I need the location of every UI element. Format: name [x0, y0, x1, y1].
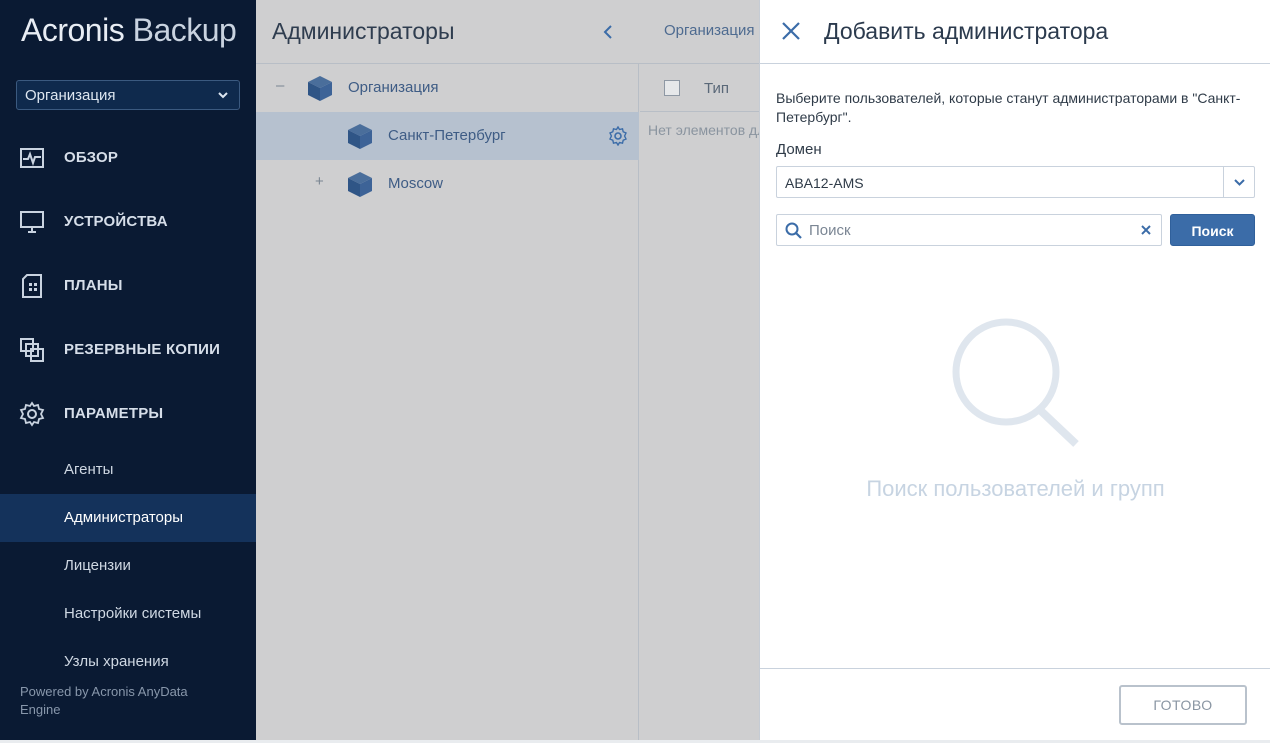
- nav-label: РЕЗЕРВНЫЕ КОПИИ: [64, 340, 221, 358]
- organization-select[interactable]: Организация: [16, 80, 240, 110]
- main-area: Администраторы – Организация Санкт-Петер…: [256, 0, 759, 740]
- collapse-toggle[interactable]: –: [276, 77, 284, 94]
- domain-label: Домен: [776, 141, 822, 158]
- search-input[interactable]: [809, 220, 1129, 240]
- subnav-label: Лицензии: [64, 557, 131, 574]
- tree-label: Организация: [348, 79, 439, 96]
- nav-item-devices[interactable]: УСТРОЙСТВА: [0, 197, 256, 245]
- subnav-item-system-settings[interactable]: Настройки системы: [0, 590, 256, 638]
- administrators-list-panel: Организация Тип Нет элементов для отобра…: [640, 0, 759, 740]
- column-header-type[interactable]: Тип: [704, 80, 729, 97]
- subnav-item-administrators[interactable]: Администраторы: [0, 494, 256, 542]
- add-administrator-dialog: Добавить администратора Выберите пользов…: [759, 0, 1270, 740]
- tree-row-saint-petersburg[interactable]: Санкт-Петербург: [256, 112, 639, 160]
- divider: [640, 63, 759, 64]
- dashboard-icon: [20, 148, 44, 168]
- nav-label: ПЛАНЫ: [64, 276, 123, 294]
- domain-select-value: ABA12-AMS: [785, 175, 864, 191]
- page-title: Администраторы: [272, 18, 455, 44]
- nav-item-settings[interactable]: ПАРАМЕТРЫ: [0, 389, 256, 437]
- tree-row-organization[interactable]: – Организация: [256, 64, 639, 112]
- subnav-label: Узлы хранения: [64, 653, 169, 670]
- tree-row-moscow[interactable]: + Moscow: [256, 160, 639, 208]
- subnav-label: Настройки системы: [64, 605, 202, 622]
- monitor-icon: [20, 211, 44, 233]
- search-icon: [785, 222, 802, 239]
- chevron-down-icon: [1234, 179, 1245, 186]
- nav-label: ОБЗОР: [64, 148, 119, 166]
- chevron-left-icon[interactable]: [599, 22, 617, 42]
- subnav-label: Агенты: [64, 461, 114, 478]
- subnav-item-agents[interactable]: Агенты: [0, 446, 256, 494]
- subnav-item-storage-nodes[interactable]: Узлы хранения: [0, 638, 256, 686]
- close-icon[interactable]: [780, 20, 802, 42]
- dialog-title: Добавить администратора: [824, 18, 1109, 44]
- app-logo: Acronis Backup: [21, 12, 237, 48]
- breadcrumb[interactable]: Организация: [664, 22, 754, 39]
- cube-icon: [348, 124, 372, 149]
- cube-icon: [308, 76, 332, 101]
- backup-copies-icon: [20, 338, 44, 362]
- empty-state-text: Поиск пользователей и групп: [866, 476, 1165, 501]
- search-illustration-icon: [952, 318, 1079, 447]
- tree-label: Moscow: [388, 175, 444, 192]
- main-header: Администраторы: [256, 0, 640, 64]
- empty-list-text: Нет элементов для отображения: [648, 122, 759, 138]
- clear-icon[interactable]: [1139, 223, 1153, 237]
- cube-icon: [348, 172, 372, 197]
- nav-item-overview[interactable]: ОБЗОР: [0, 133, 256, 181]
- tree-label: Санкт-Петербург: [388, 127, 506, 144]
- search-field[interactable]: [776, 214, 1162, 246]
- search-button[interactable]: Поиск: [1170, 214, 1255, 246]
- powered-by-text: Powered by Acronis AnyData Engine: [20, 684, 188, 717]
- organization-tree: – Организация Санкт-Петербург + Moscow: [256, 64, 639, 740]
- nav-label: ПАРАМЕТРЫ: [64, 404, 164, 422]
- plan-icon: [22, 274, 42, 298]
- organization-select-value: Организация: [25, 87, 116, 104]
- domain-dropdown-toggle[interactable]: [1223, 167, 1254, 197]
- divider: [640, 111, 759, 112]
- nav-item-backups[interactable]: РЕЗЕРВНЫЕ КОПИИ: [0, 325, 256, 373]
- gear-icon[interactable]: [608, 126, 628, 146]
- dialog-description: Выберите пользователей, которые станут а…: [776, 90, 1241, 125]
- dialog-header: Добавить администратора: [760, 0, 1270, 64]
- chevron-down-icon: [218, 92, 228, 99]
- nav-item-plans[interactable]: ПЛАНЫ: [0, 261, 256, 309]
- select-all-checkbox[interactable]: [664, 80, 680, 96]
- nav-label: УСТРОЙСТВА: [64, 212, 168, 230]
- dialog-footer: ГОТОВО: [760, 668, 1270, 740]
- done-button[interactable]: ГОТОВО: [1119, 685, 1247, 725]
- gear-icon: [19, 401, 45, 427]
- subnav-label: Администраторы: [64, 509, 184, 526]
- sidebar: Acronis Backup Организация ОБЗОР УСТРОЙС…: [0, 0, 256, 740]
- domain-select[interactable]: ABA12-AMS: [776, 166, 1255, 198]
- subnav-item-licenses[interactable]: Лицензии: [0, 542, 256, 590]
- expand-toggle[interactable]: +: [315, 173, 324, 190]
